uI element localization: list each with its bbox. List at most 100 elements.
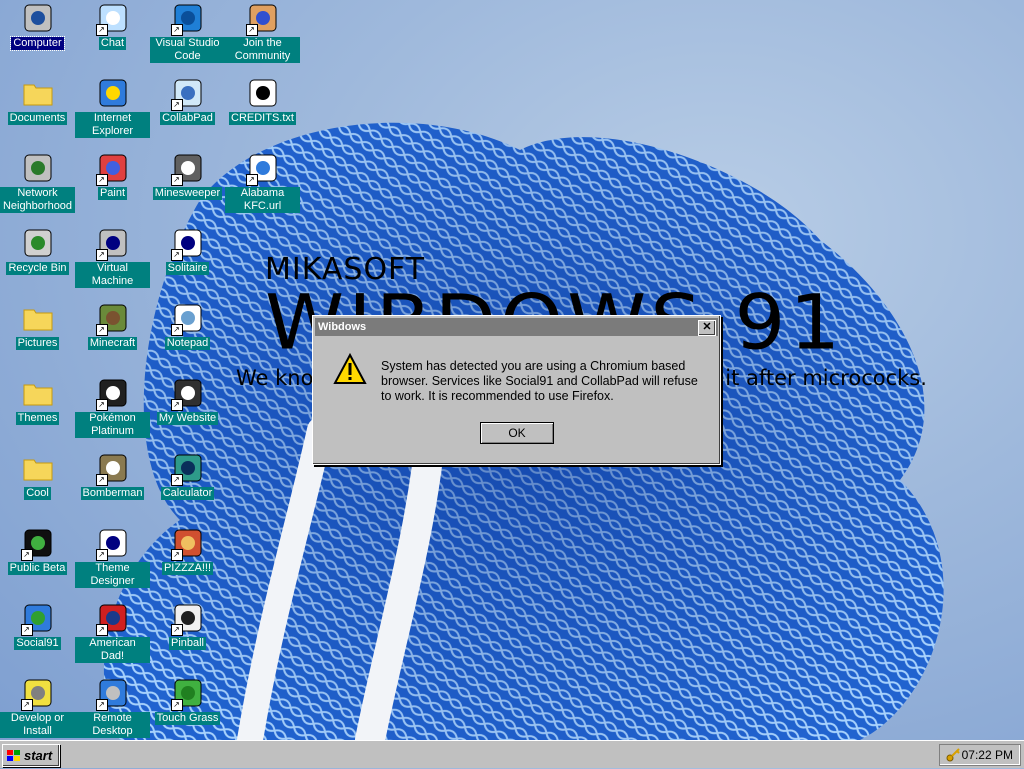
taskbar: start 07:22 PM [0, 740, 1024, 768]
clock[interactable]: 07:22 PM [962, 745, 1013, 765]
minecraft-icon: ↗ [95, 302, 129, 336]
shortcut-arrow-icon: ↗ [95, 174, 108, 186]
grass-icon: ↗ [170, 677, 204, 711]
desktop-icon[interactable]: ↗ Alabama KFC.url [225, 152, 300, 213]
bomberman-icon: ↗ [95, 452, 129, 486]
desktop-icon-label: Notepad [164, 337, 211, 350]
virtual-machine-icon: ↗ [95, 227, 129, 261]
shortcut-arrow-icon: ↗ [95, 324, 108, 336]
ok-button[interactable]: OK [480, 422, 554, 444]
desktop-icon-label: Visual Studio Code [150, 37, 225, 63]
pokemon-icon: ↗ [95, 377, 129, 411]
desktop-icon[interactable]: ↗ Touch Grass [150, 677, 225, 725]
computer-icon [22, 2, 54, 34]
folder-icon [22, 302, 54, 334]
shortcut-arrow-icon: ↗ [170, 474, 183, 486]
shortcut-arrow-icon: ↗ [245, 24, 258, 36]
public-beta-icon: ↗ [20, 527, 54, 561]
recycle-bin-icon [22, 227, 54, 259]
shortcut-arrow-icon: ↗ [170, 549, 183, 561]
desktop-icon-label: Solitaire [165, 262, 210, 275]
desktop-icon[interactable]: ↗ Develop or Install [0, 677, 75, 738]
paint-icon: ↗ [95, 152, 129, 186]
desktop-icon[interactable]: ↗ Calculator [150, 452, 225, 500]
desktop-icon-label: Paint [97, 187, 128, 200]
windows-logo-icon [6, 748, 22, 762]
shortcut-arrow-icon: ↗ [170, 249, 183, 261]
desktop-icon[interactable]: ↗ Remote Desktop [75, 677, 150, 738]
desktop-icon[interactable]: ↗ CollabPad [150, 77, 225, 125]
folder-icon [22, 452, 54, 484]
desktop-icon-label: Touch Grass [154, 712, 221, 725]
desktop-icon[interactable]: ↗ Notepad [150, 302, 225, 350]
globe-icon: ↗ [20, 602, 54, 636]
desktop-icon[interactable]: ↗ PIZZZA!!! [150, 527, 225, 575]
shortcut-arrow-icon: ↗ [95, 699, 108, 711]
shortcut-arrow-icon: ↗ [170, 99, 183, 111]
desktop-icon-label: Join the Community [225, 37, 300, 63]
folder-icon [22, 377, 54, 409]
desktop-icon-label: Pinball [168, 637, 207, 650]
pinball-icon: ↗ [170, 602, 204, 636]
desktop-icon-label: Themes [15, 412, 60, 425]
desktop-icon[interactable]: ↗ Join the Community [225, 2, 300, 63]
start-button[interactable]: start [2, 744, 60, 767]
vscode-icon: ↗ [170, 2, 204, 36]
dialog-titlebar[interactable]: Wibdows ✕ [315, 318, 718, 336]
network-icon [22, 152, 54, 184]
develop-icon: ↗ [20, 677, 54, 711]
theme-designer-icon: ↗ [95, 527, 129, 561]
desktop-icon[interactable]: Internet Explorer [75, 77, 150, 138]
desktop-icon-label: Bomberman [80, 487, 145, 500]
dialog-message: System has detected you are using a Chro… [381, 359, 698, 403]
minesweeper-icon: ↗ [170, 152, 204, 186]
desktop-icon-label: American Dad! [75, 637, 150, 663]
desktop-icon-label: CREDITS.txt [229, 112, 296, 125]
desktop-icon[interactable]: ↗ Virtual Machine [75, 227, 150, 288]
desktop-icon-label: Remote Desktop [75, 712, 150, 738]
desktop-icon[interactable]: CREDITS.txt [225, 77, 300, 125]
desktop-icon[interactable]: ↗ Bomberman [75, 452, 150, 500]
desktop-icon-label: Minesweeper [152, 187, 223, 200]
dialog-title: Wibdows [318, 321, 367, 333]
desktop-icon[interactable]: Network Neighborhood [0, 152, 75, 213]
desktop-icon-label: Computer [10, 36, 65, 51]
desktop-icon[interactable]: ↗ Chat [75, 2, 150, 50]
desktop-icon[interactable]: Pictures [0, 302, 75, 350]
desktop-icon-label: Develop or Install [0, 712, 75, 738]
desktop-icon[interactable]: ↗ Solitaire [150, 227, 225, 275]
desktop-icon-label: Documents [7, 112, 68, 125]
desktop-icon[interactable]: ↗ My Website [150, 377, 225, 425]
start-label: start [24, 748, 53, 763]
desktop-icon[interactable]: ↗ Pokémon Platinum [75, 377, 150, 438]
desktop-icon[interactable]: ↗ Public Beta [0, 527, 75, 575]
folder-icon [22, 77, 54, 109]
key-icon[interactable] [946, 748, 960, 768]
desktop-icon[interactable]: ↗ Pinball [150, 602, 225, 650]
desktop-icon[interactable]: ↗ Theme Designer [75, 527, 150, 588]
desktop-icon[interactable]: ↗ Minecraft [75, 302, 150, 350]
desktop-icon-label: Chat [98, 37, 127, 50]
desktop-icon-label: Social91 [14, 637, 61, 650]
american-flag-icon: ↗ [95, 602, 129, 636]
internet-explorer-icon [97, 77, 129, 109]
desktop-icon[interactable]: Computer [0, 2, 75, 51]
desktop-icon-label: PIZZZA!!! [161, 562, 214, 575]
desktop-icon-label: Pictures [15, 337, 60, 350]
desktop-icon[interactable]: ↗ Social91 [0, 602, 75, 650]
desktop-icon[interactable]: ↗ Minesweeper [150, 152, 225, 200]
close-button[interactable]: ✕ [698, 320, 716, 336]
desktop-icon[interactable]: Documents [0, 77, 75, 125]
desktop-icon[interactable]: Cool [0, 452, 75, 500]
shortcut-arrow-icon: ↗ [20, 549, 33, 561]
desktop-icon-label: Pokémon Platinum [75, 412, 150, 438]
shortcut-arrow-icon: ↗ [170, 699, 183, 711]
shortcut-arrow-icon: ↗ [95, 399, 108, 411]
desktop-icon[interactable]: Themes [0, 377, 75, 425]
desktop-icon-label: Cool [24, 487, 51, 500]
desktop-icon[interactable]: ↗ Paint [75, 152, 150, 200]
desktop-icon[interactable]: Recycle Bin [0, 227, 75, 275]
desktop-icon[interactable]: ↗ American Dad! [75, 602, 150, 663]
remote-desktop-icon: ↗ [95, 677, 129, 711]
desktop-icon[interactable]: ↗ Visual Studio Code [150, 2, 225, 63]
